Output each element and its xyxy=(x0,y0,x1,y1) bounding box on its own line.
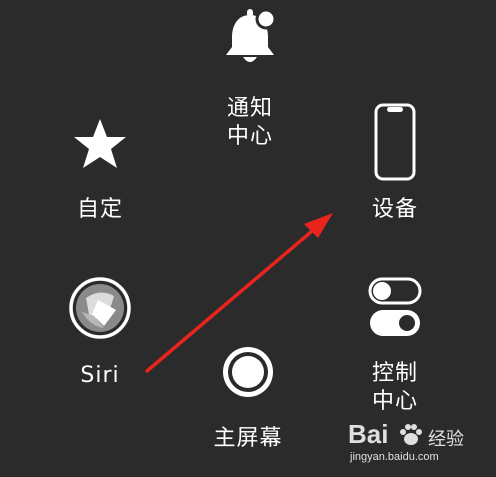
siri-button[interactable]: Siri xyxy=(50,270,150,400)
star-icon xyxy=(74,119,126,168)
home-screen-button[interactable]: 主屏幕 xyxy=(193,340,303,460)
control-center-button[interactable]: 控制 中心 xyxy=(345,272,445,422)
device-button[interactable]: 设备 xyxy=(345,100,445,230)
paw-icon xyxy=(400,424,422,445)
toggle-switches-icon xyxy=(368,277,422,336)
home-screen-label: 主屏幕 xyxy=(213,426,283,451)
iphone-icon xyxy=(374,103,416,181)
custom-label: 自定 xyxy=(76,197,123,222)
siri-icon xyxy=(69,277,131,339)
bell-icon xyxy=(226,8,277,62)
siri-label: Siri xyxy=(80,363,120,388)
notification-center-button[interactable]: 通知 中心 xyxy=(200,5,300,155)
baidu-watermark: Bai 经验 jingyan.baidu.com xyxy=(348,417,488,471)
watermark-brand: Bai xyxy=(348,419,389,449)
watermark-url: jingyan.baidu.com xyxy=(350,451,439,463)
custom-button[interactable]: 自定 xyxy=(50,110,150,230)
notification-center-label: 通知 中心 xyxy=(226,96,273,149)
watermark-jingyan: 经验 xyxy=(428,429,464,450)
device-label: 设备 xyxy=(371,197,418,222)
control-center-label: 控制 中心 xyxy=(371,361,418,414)
assistive-touch-menu: 通知 中心 自定 设备 Siri 控制 中心 主屏幕 xyxy=(0,0,496,477)
home-button-icon xyxy=(223,347,273,397)
